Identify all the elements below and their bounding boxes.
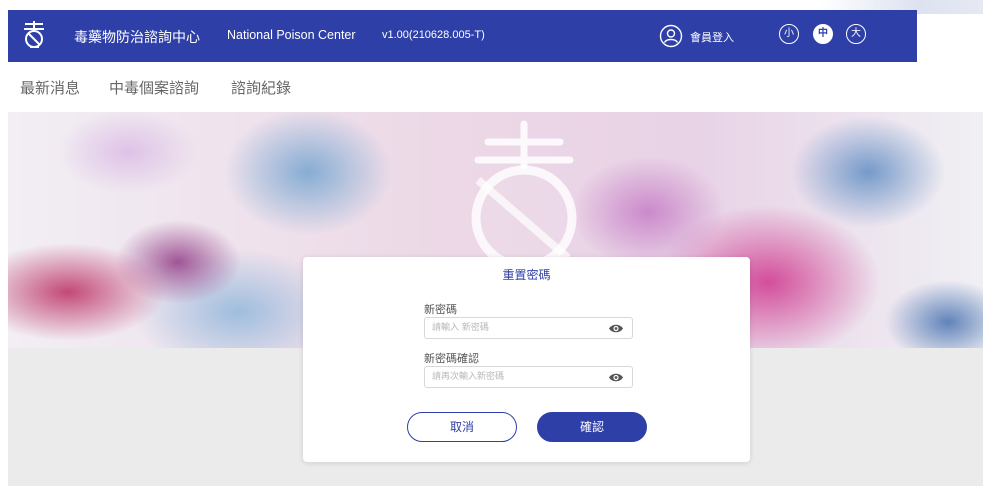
font-size-small-button[interactable]: 小	[779, 24, 799, 44]
nav-item-consult-records[interactable]: 諮詢紀錄	[231, 77, 291, 98]
app-version: v1.00(210628.005-T)	[382, 29, 485, 41]
font-size-medium-button[interactable]: 中	[813, 24, 833, 44]
confirm-password-input[interactable]	[425, 367, 607, 387]
show-password-icon[interactable]	[608, 372, 624, 383]
npc-logo-icon	[24, 21, 44, 48]
dialog-title: 重置密碼	[502, 268, 551, 282]
confirm-password-field	[424, 366, 633, 388]
confirm-password-label: 新密碼確認	[424, 352, 479, 365]
npc-emblem-icon	[471, 120, 577, 270]
emblem-text: National Poison Center	[511, 82, 555, 115]
login-link[interactable]: 會員登入	[690, 29, 734, 45]
new-password-field	[424, 317, 633, 339]
app-title: 毒藥物防治諮詢中心	[74, 30, 200, 46]
app-subtitle: National Poison Center	[227, 28, 356, 42]
cancel-button[interactable]: 取消	[407, 412, 517, 442]
new-password-label: 新密碼	[424, 303, 457, 316]
nav-item-news[interactable]: 最新消息	[20, 77, 80, 98]
new-password-input[interactable]	[425, 318, 607, 338]
nav-item-case-consult[interactable]: 中毒個案諮詢	[109, 77, 199, 98]
font-size-large-button[interactable]: 大	[846, 24, 866, 44]
show-password-icon[interactable]	[608, 323, 624, 334]
top-header: 毒藥物防治諮詢中心 National Poison Center v1.00(2…	[8, 10, 917, 62]
reset-password-dialog: 重置密碼 新密碼 新密碼確認 取消 確認	[303, 257, 750, 462]
user-icon[interactable]	[659, 24, 683, 48]
confirm-button[interactable]: 確認	[537, 412, 647, 442]
